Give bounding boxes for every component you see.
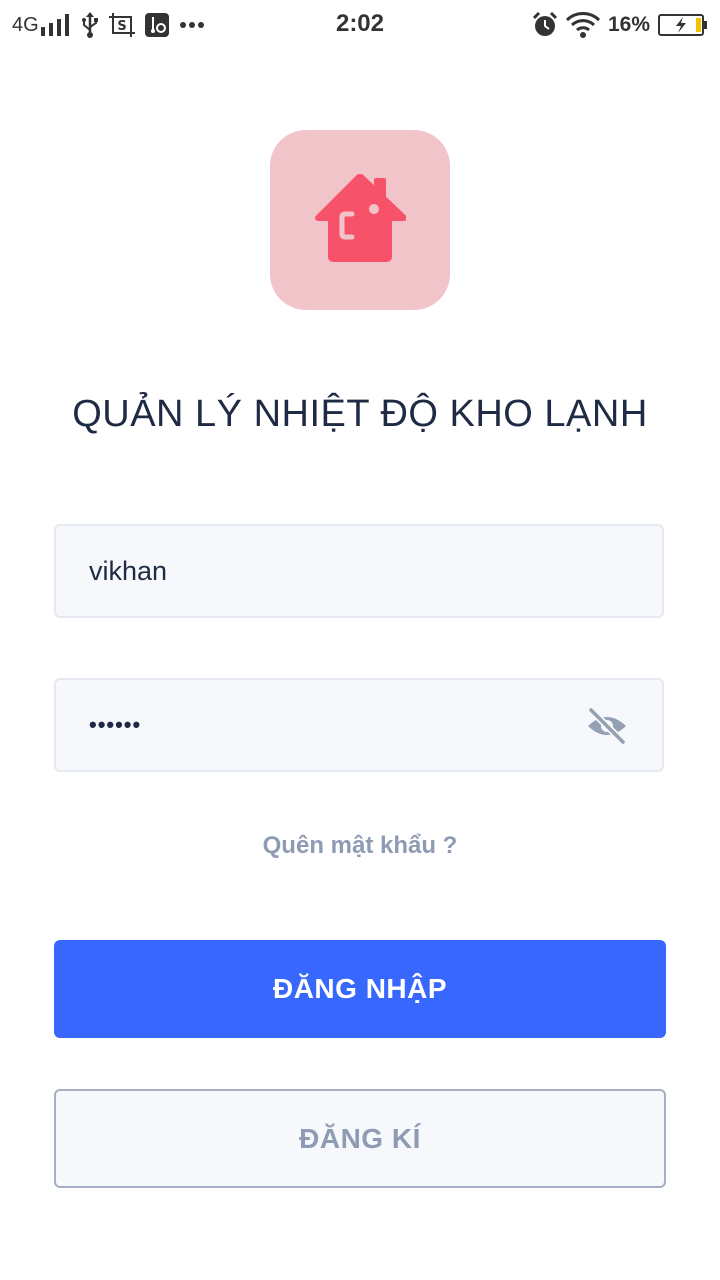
alarm-icon [532, 12, 558, 36]
password-field[interactable]: •••••• [54, 678, 664, 772]
login-button-label: ĐĂNG NHẬP [272, 973, 448, 1004]
username-field[interactable]: vikhan [54, 524, 664, 618]
register-button[interactable]: ĐĂNG KÍ [54, 1089, 666, 1188]
password-value: •••••• [89, 712, 142, 737]
app-logo [270, 130, 450, 310]
eye-off-icon[interactable] [586, 706, 628, 746]
wifi-icon [565, 12, 600, 38]
status-bar: 4G S 2:02 16% [0, 0, 720, 50]
register-button-label: ĐĂNG KÍ [299, 1122, 421, 1154]
house-icon [315, 174, 406, 262]
username-value: vikhan [89, 556, 168, 586]
status-right: 16% [532, 10, 708, 40]
app-title: QUẢN LÝ NHIỆT ĐỘ KHO LẠNH [72, 393, 648, 435]
battery-charging-icon [658, 14, 707, 36]
forgot-password-link[interactable]: Quên mật khẩu ? [0, 832, 720, 860]
battery-percent: 16% [607, 13, 650, 36]
login-button[interactable]: ĐĂNG NHẬP [54, 940, 666, 1038]
login-screen: 4G S 2:02 16% QUẢN LÝ NHIỆT ĐỘ KHO LẠNH … [0, 0, 720, 1280]
